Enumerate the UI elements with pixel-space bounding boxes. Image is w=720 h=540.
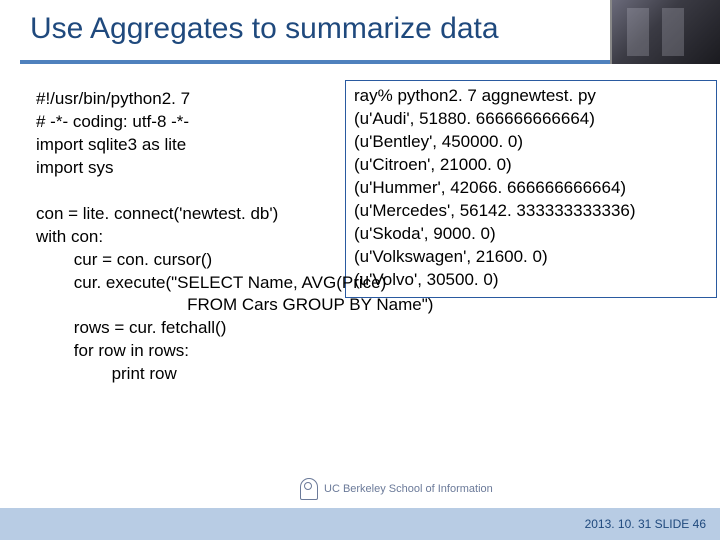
footer-text: 2013. 10. 31 SLIDE 46: [585, 517, 706, 531]
logo: UC Berkeley School of Information: [300, 478, 493, 500]
code-block: #!/usr/bin/python2. 7 # -*- coding: utf-…: [36, 88, 696, 386]
logo-icon: [300, 478, 318, 500]
header-image: [610, 0, 720, 64]
content-area: #!/usr/bin/python2. 7 # -*- coding: utf-…: [0, 70, 720, 386]
logo-text: UC Berkeley School of Information: [324, 483, 493, 495]
footer: 2013. 10. 31 SLIDE 46: [0, 508, 720, 540]
header: Use Aggregates to summarize data: [0, 0, 720, 70]
